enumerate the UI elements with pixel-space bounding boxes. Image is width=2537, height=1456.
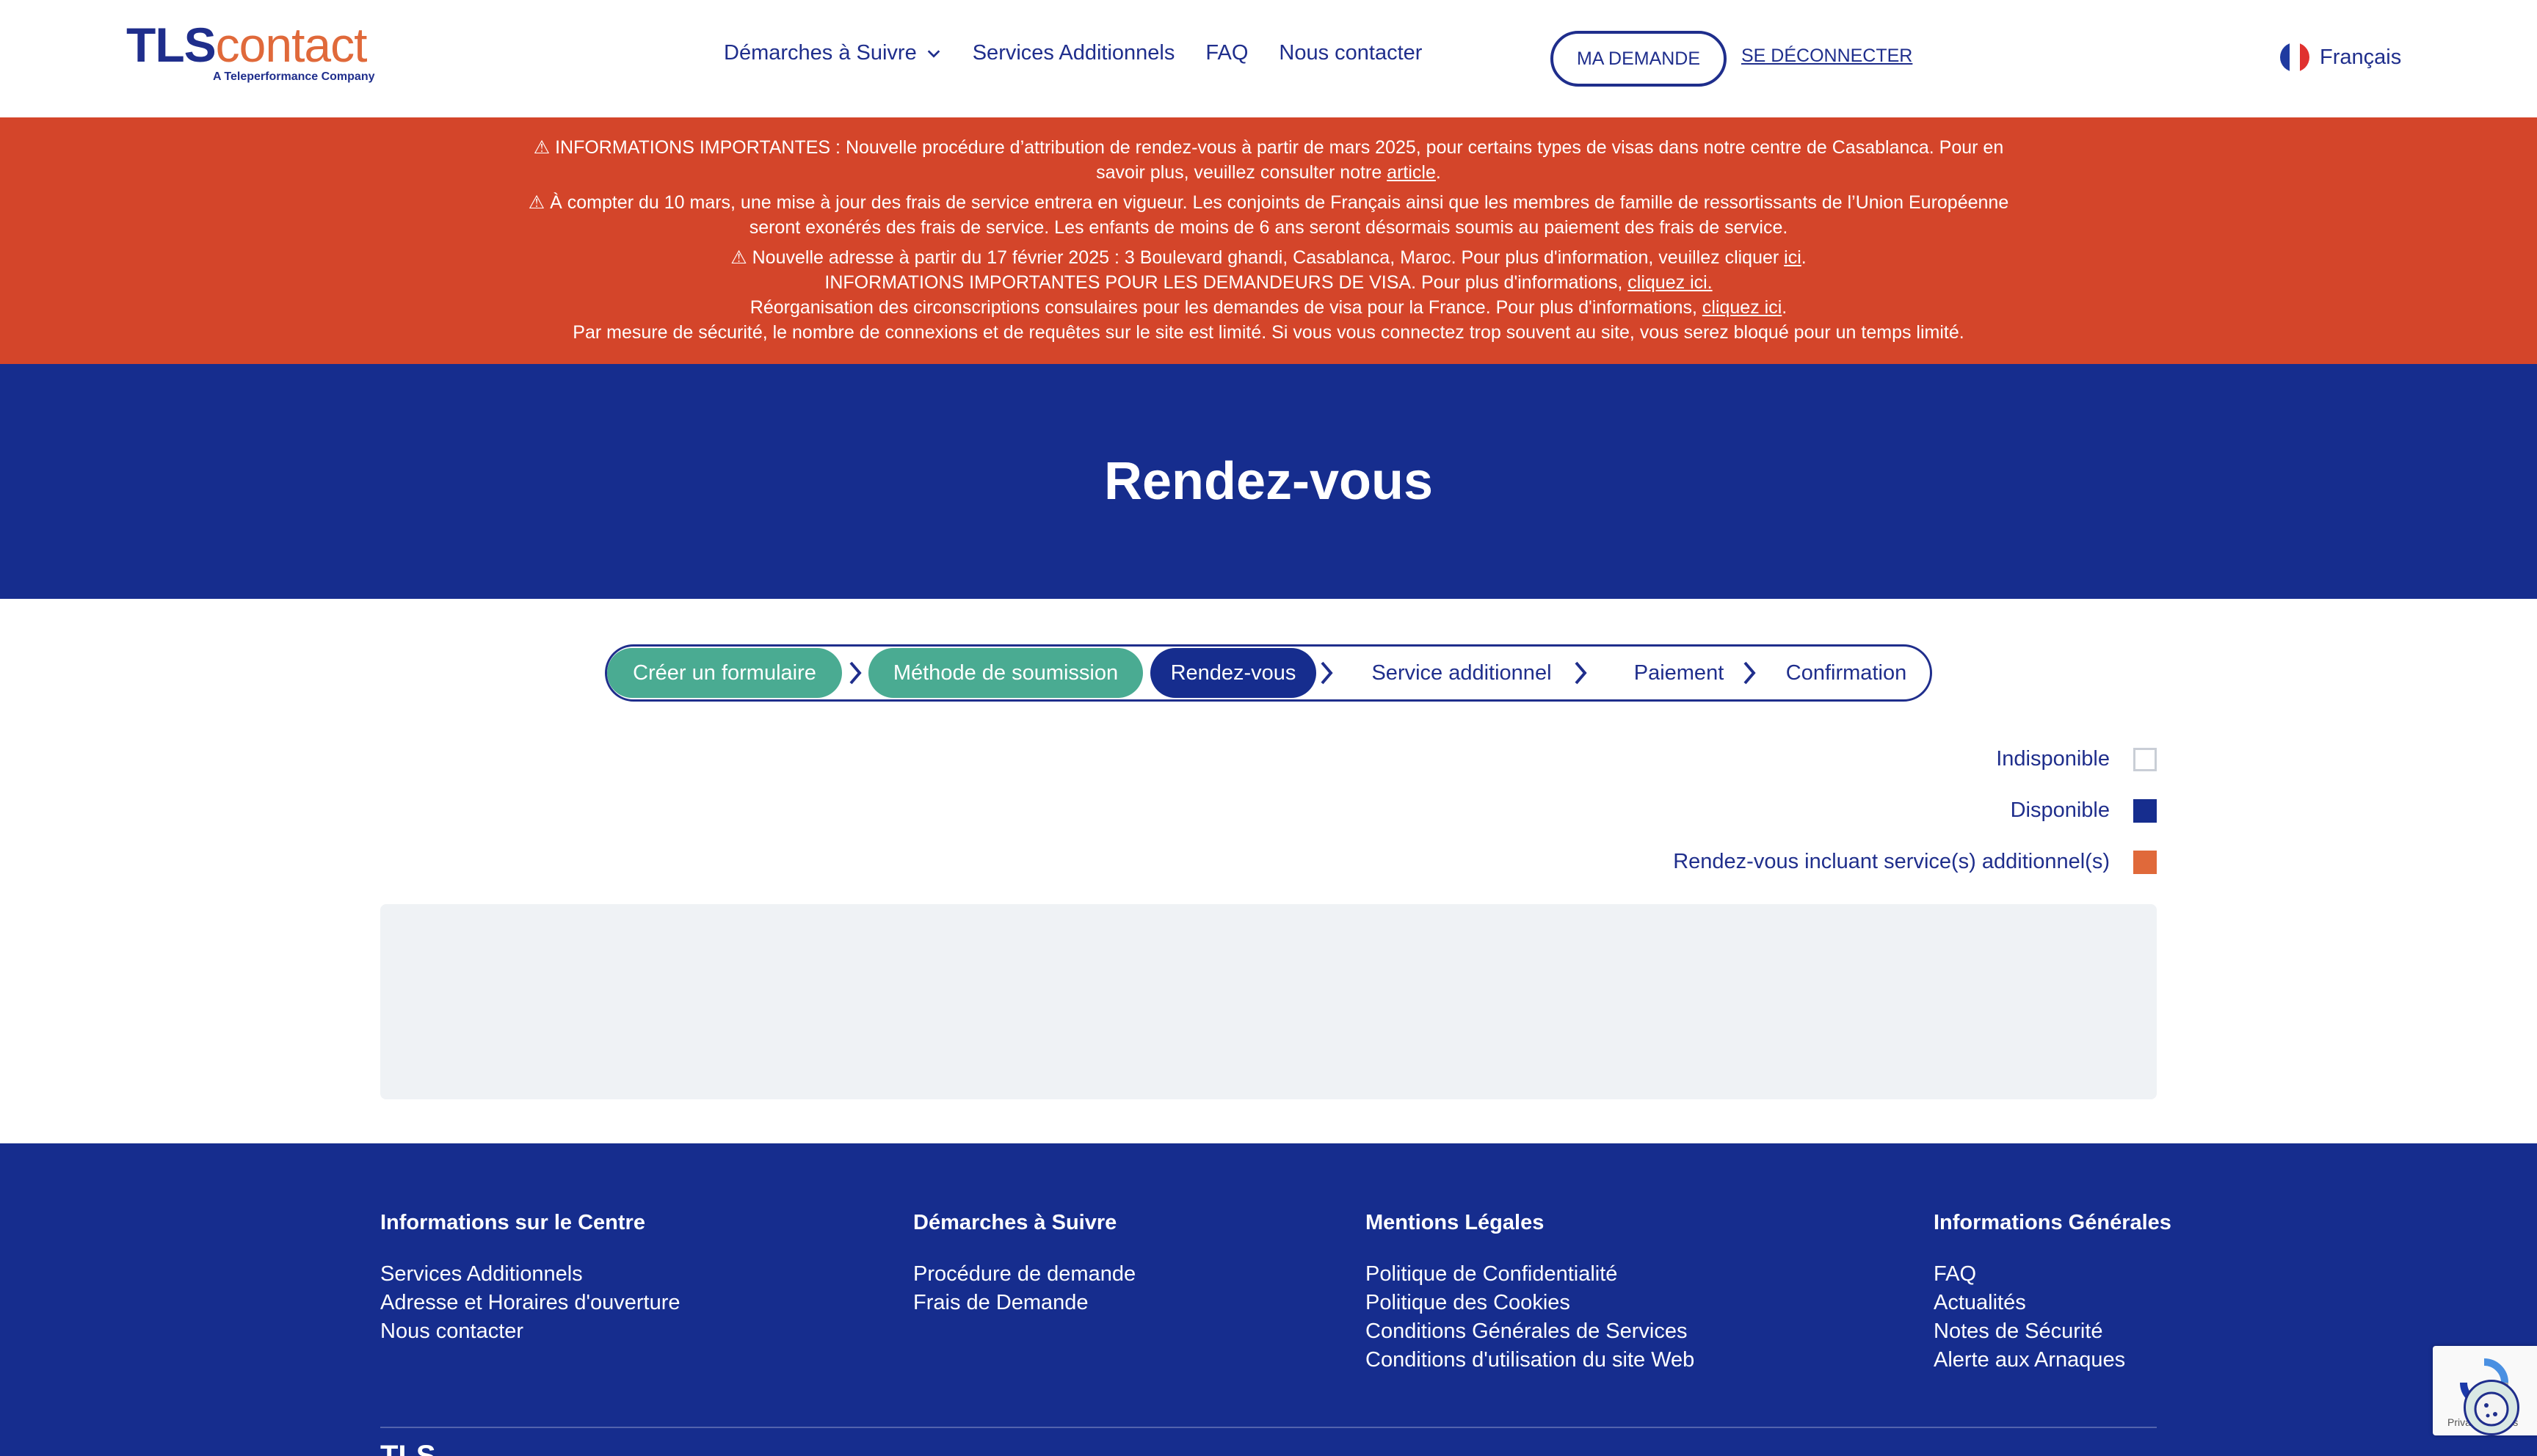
alert-text: ⚠ Nouvelle adresse à partir du 17 févrie… xyxy=(730,247,1785,268)
alert-line: Par mesure de sécurité, le nombre de con… xyxy=(573,322,1964,343)
footer-col-demarches: Démarches à Suivre Procédure de demande … xyxy=(913,1211,1136,1317)
footer-link[interactable]: Conditions d'utilisation du site Web xyxy=(1365,1346,1694,1375)
alert-text: . xyxy=(1801,247,1807,268)
language-label: Français xyxy=(2320,45,2402,69)
footer-col-title: Mentions Légales xyxy=(1365,1211,1545,1234)
step-service-additionnel[interactable]: Service additionnel xyxy=(1341,648,1582,698)
step-rendez-vous[interactable]: Rendez-vous xyxy=(1150,648,1316,698)
footer-col-title: Démarches à Suivre xyxy=(913,1211,1117,1234)
footer-col-generales: Informations Générales FAQ Actualités No… xyxy=(1934,1211,2171,1375)
tlscontact-logo[interactable]: TLScontact A Teleperformance Company xyxy=(126,18,375,83)
footer-link[interactable]: Politique de Confidentialité xyxy=(1365,1260,1694,1289)
main-nav: Démarches à Suivre Services Additionnels… xyxy=(724,41,1453,65)
footer-link[interactable]: Services Additionnels xyxy=(380,1260,680,1289)
chevron-right-icon xyxy=(1321,661,1333,685)
nav-nous-contacter[interactable]: Nous contacter xyxy=(1279,41,1422,65)
chevron-right-icon xyxy=(1575,661,1587,685)
alert-line: ⚠ INFORMATIONS IMPORTANTES : Nouvelle pr… xyxy=(533,137,2004,158)
with-services-swatch xyxy=(2133,850,2157,874)
cookie-icon xyxy=(2474,1391,2509,1427)
logo-tagline: A Teleperformance Company xyxy=(213,70,375,83)
alert-line: savoir plus, veuillez consulter notre ar… xyxy=(0,160,2537,185)
footer-logo: TLS xyxy=(380,1441,436,1456)
footer-link[interactable]: Actualités xyxy=(1934,1289,2171,1317)
legend-with-services: Rendez-vous incluant service(s) addition… xyxy=(1673,850,2157,874)
page-title-band: Rendez-vous xyxy=(0,364,2537,599)
logout-link[interactable]: SE DÉCONNECTER xyxy=(1741,46,1912,67)
chevron-down-icon xyxy=(927,49,940,58)
legend-label: Disponible xyxy=(2010,798,2110,822)
footer-link[interactable]: Notes de Sécurité xyxy=(1934,1317,2171,1346)
alert-text: INFORMATIONS IMPORTANTES POUR LES DEMAND… xyxy=(824,272,1628,293)
footer-divider xyxy=(380,1427,2157,1428)
alert-line: INFORMATIONS IMPORTANTES POUR LES DEMAND… xyxy=(0,270,2537,295)
alert-text: . xyxy=(1435,162,1441,183)
footer-col-title: Informations Générales xyxy=(1934,1211,2171,1234)
legend-label: Rendez-vous incluant service(s) addition… xyxy=(1673,850,2110,873)
footer-link[interactable]: Conditions Générales de Services xyxy=(1365,1317,1694,1346)
page-title: Rendez-vous xyxy=(1103,452,1434,511)
site-footer: Informations sur le Centre Services Addi… xyxy=(0,1143,2537,1456)
nav-services-additionnels[interactable]: Services Additionnels xyxy=(973,41,1175,65)
available-swatch xyxy=(2133,798,2157,823)
new-address-link[interactable]: ici xyxy=(1784,247,1801,268)
alert-text: savoir plus, veuillez consulter notre xyxy=(1096,162,1387,183)
logo-brand-light: contact xyxy=(215,18,368,72)
alert-line: seront exonérés des frais de service. Le… xyxy=(749,217,1788,238)
french-flag-icon xyxy=(2280,43,2309,72)
legend-available: Disponible xyxy=(2011,798,2157,823)
chevron-right-icon xyxy=(849,661,862,685)
footer-link[interactable]: FAQ xyxy=(1934,1260,2171,1289)
footer-link[interactable]: Politique des Cookies xyxy=(1365,1289,1694,1317)
site-header: TLScontact A Teleperformance Company Dém… xyxy=(0,0,2537,117)
step-methode-soumission[interactable]: Méthode de soumission xyxy=(868,648,1143,698)
footer-link[interactable]: Adresse et Horaires d'ouverture xyxy=(380,1289,680,1317)
my-request-button[interactable]: MA DEMANDE xyxy=(1550,31,1727,87)
footer-col-centre: Informations sur le Centre Services Addi… xyxy=(380,1211,680,1346)
nav-demarches[interactable]: Démarches à Suivre xyxy=(724,41,942,65)
cookie-settings-icon[interactable] xyxy=(2464,1380,2519,1435)
footer-link[interactable]: Frais de Demande xyxy=(913,1289,1136,1317)
step-paiement[interactable]: Paiement xyxy=(1598,648,1760,698)
consular-reorg-link[interactable]: cliquez ici xyxy=(1702,297,1782,318)
logo-brand-bold: TLS xyxy=(126,18,217,72)
unavailable-swatch xyxy=(2133,747,2157,771)
visa-info-link[interactable]: cliquez ici. xyxy=(1627,272,1712,293)
step-creer-formulaire[interactable]: Créer un formulaire xyxy=(607,648,842,698)
footer-link[interactable]: Nous contacter xyxy=(380,1317,680,1346)
alert-line: ⚠ Nouvelle adresse à partir du 17 févrie… xyxy=(0,245,2537,270)
article-link[interactable]: article xyxy=(1387,162,1436,183)
nav-demarches-label: Démarches à Suivre xyxy=(724,41,917,65)
alert-text: Réorganisation des circonscriptions cons… xyxy=(750,297,1702,318)
nav-faq[interactable]: FAQ xyxy=(1205,41,1248,65)
alert-line: ⚠ À compter du 10 mars, une mise à jour … xyxy=(528,192,2009,213)
footer-link[interactable]: Alerte aux Arnaques xyxy=(1934,1346,2171,1375)
legend-label: Indisponible xyxy=(1996,747,2110,771)
progress-stepper: Créer un formulaire Méthode de soumissio… xyxy=(605,644,1932,702)
important-info-banner: ⚠ INFORMATIONS IMPORTANTES : Nouvelle pr… xyxy=(0,117,2537,364)
footer-link[interactable]: Procédure de demande xyxy=(913,1260,1136,1289)
chevron-right-icon xyxy=(1743,661,1756,685)
alert-line: Réorganisation des circonscriptions cons… xyxy=(0,295,2537,320)
step-confirmation[interactable]: Confirmation xyxy=(1764,648,1928,698)
footer-col-title: Informations sur le Centre xyxy=(380,1211,645,1234)
alert-text: . xyxy=(1782,297,1787,318)
appointment-calendar-area xyxy=(380,904,2157,1099)
footer-col-mentions: Mentions Légales Politique de Confidenti… xyxy=(1365,1211,1694,1375)
legend-unavailable: Indisponible xyxy=(1996,747,2157,771)
language-selector[interactable]: Français xyxy=(2280,43,2401,72)
